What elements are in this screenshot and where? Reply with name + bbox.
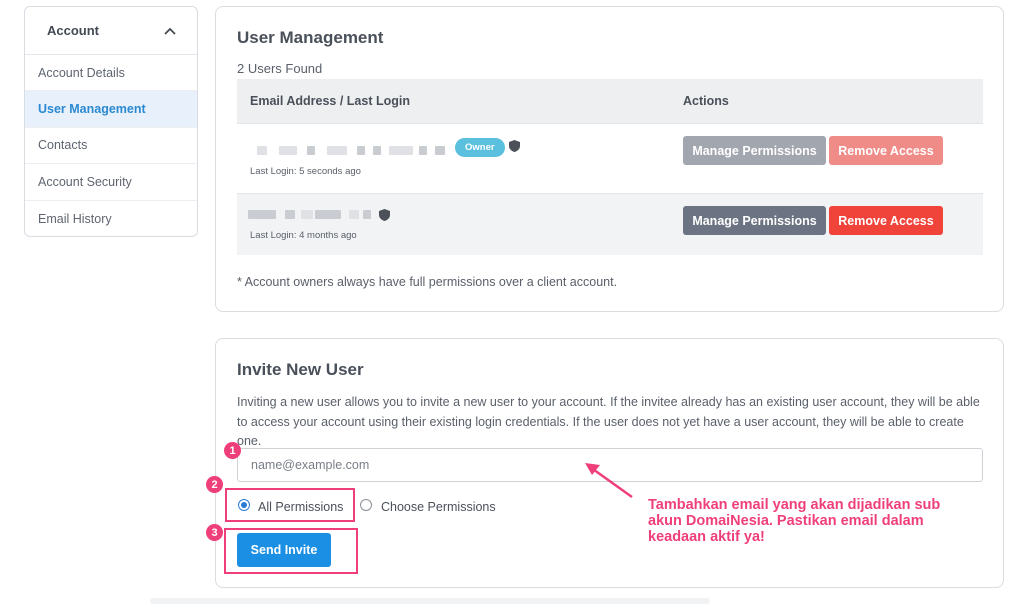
owner-permissions-note: * Account owners always have full permis… [237, 275, 618, 289]
page-title: User Management [237, 28, 384, 47]
sidebar-item-account-details[interactable]: Account Details [25, 55, 197, 92]
sidebar-item-user-management[interactable]: User Management [25, 91, 197, 128]
sidebar-item-label: Email History [38, 211, 112, 226]
manage-permissions-button[interactable]: Manage Permissions [683, 206, 826, 235]
choose-permissions-label[interactable]: Choose Permissions [381, 500, 496, 514]
manage-permissions-button[interactable]: Manage Permissions [683, 136, 826, 165]
table-row: Last Login: 4 months ago Manage Permissi… [237, 193, 983, 255]
annotation-step-3: 3 [206, 524, 223, 541]
chevron-up-icon[interactable] [163, 24, 177, 38]
user-management-panel: User Management 2 Users Found Email Addr… [215, 6, 1004, 312]
sidebar-item-email-history[interactable]: Email History [25, 201, 197, 236]
users-table: Email Address / Last Login Actions Owner… [237, 79, 983, 255]
annotation-box-permissions [225, 488, 355, 522]
table-row: Owner Last Login: 5 seconds ago Manage P… [237, 123, 983, 193]
column-header-actions: Actions [683, 94, 729, 108]
last-login-text: Last Login: 5 seconds ago [250, 166, 361, 177]
invite-description: Inviting a new user allows you to invite… [237, 395, 980, 448]
users-count: 2 Users Found [237, 61, 323, 76]
choose-permissions-radio[interactable] [360, 499, 372, 511]
sidebar-header[interactable]: Account [25, 7, 197, 55]
column-header-email: Email Address / Last Login [250, 94, 410, 108]
account-sidebar: Account Account Details User Management … [24, 6, 198, 237]
annotation-note: Tambahkan email yang akan dijadikan sub … [648, 497, 941, 545]
shield-icon [379, 208, 390, 221]
sidebar-item-label: Contacts [38, 138, 88, 153]
invite-title: Invite New User [237, 360, 364, 379]
table-header: Email Address / Last Login Actions [237, 79, 983, 123]
shield-icon [509, 139, 520, 152]
bottom-scroll-shadow [150, 598, 710, 604]
annotation-step-1: 1 [224, 442, 241, 459]
annotation-arrow-icon [585, 463, 633, 499]
sidebar-item-account-security[interactable]: Account Security [25, 164, 197, 201]
remove-access-button[interactable]: Remove Access [829, 136, 943, 165]
annotation-step-2: 2 [206, 476, 223, 493]
owner-badge: Owner [455, 138, 505, 157]
sidebar-item-label: User Management [38, 102, 146, 117]
sidebar-item-label: Account Details [38, 65, 125, 80]
annotation-box-send [224, 528, 358, 574]
sidebar-header-title: Account [47, 23, 99, 38]
sidebar-item-contacts[interactable]: Contacts [25, 128, 197, 165]
remove-access-button[interactable]: Remove Access [829, 206, 943, 235]
sidebar-item-label: Account Security [38, 174, 132, 189]
last-login-text: Last Login: 4 months ago [250, 230, 357, 241]
